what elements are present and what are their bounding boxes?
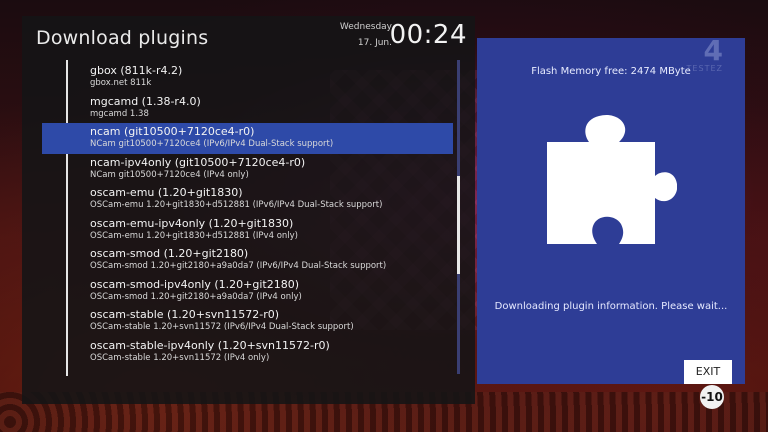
plugin-description: OSCam-emu 1.20+git1830+d512881 (IPv6/IPv… — [90, 200, 383, 210]
plugin-name: oscam-smod (1.20+git2180) — [90, 247, 249, 260]
plugin-list[interactable]: gbox (811k-r4.2) gbox.net 811k mgcamd (1.3… — [42, 62, 453, 367]
plugin-description: gbox.net 811k — [90, 78, 152, 88]
clock-time: 00:24 — [389, 20, 467, 50]
puzzle-piece-icon — [547, 115, 677, 244]
plugin-list-item[interactable]: oscam-stable-ipv4only (1.20+svn11572-r0)… — [42, 337, 453, 368]
plugin-name: gbox (811k-r4.2) — [90, 64, 183, 77]
plugin-list-item[interactable]: oscam-smod (1.20+git2180) OSCam-smod 1.20… — [42, 245, 453, 276]
status-message: Downloading plugin information. Please w… — [494, 301, 728, 312]
plugin-description: NCam git10500+7120ce4 (IPv6/IPv4 Dual-St… — [90, 139, 334, 149]
plugin-list-item[interactable]: oscam-emu (1.20+git1830) OSCam-emu 1.20+g… — [42, 184, 453, 215]
plugin-name: mgcamd (1.38-r4.0) — [90, 94, 201, 108]
window-title: Download plugins — [36, 27, 209, 49]
date-day: Wednesday — [339, 22, 392, 32]
date-date: 17. Jun. — [357, 38, 392, 48]
exit-button[interactable]: EXIT — [684, 360, 732, 384]
plugin-name: oscam-emu (1.20+git1830) — [90, 186, 243, 199]
list-scrollbar-thumb[interactable] — [457, 176, 460, 274]
channel-logo-number: 4 — [703, 34, 723, 67]
plugin-list-item[interactable]: gbox (811k-r4.2) gbox.net 811k — [42, 62, 453, 93]
plugin-description: OSCam-smod 1.20+git2180+a9a0da7 (IPv4 on… — [90, 291, 302, 302]
plugin-description: OSCam-emu 1.20+git1830+d512881 (IPv4 onl… — [90, 230, 298, 241]
plugin-name: oscam-stable (1.20+svn11572-r0) — [90, 308, 280, 321]
plugin-description: OSCam-smod 1.20+git2180+a9a0da7 (IPv6/IP… — [90, 261, 387, 271]
plugin-list-item[interactable]: ncam (git10500+7120ce4-r0) NCam git10500+… — [42, 123, 453, 154]
plugin-name: oscam-emu-ipv4only (1.20+git1830) — [90, 216, 294, 230]
plugin-name: ncam-ipv4only (git10500+7120ce4-r0) — [90, 155, 306, 169]
plugin-description: OSCam-stable 1.20+svn11572 (IPv6/IPv4 Du… — [90, 322, 354, 332]
flash-memory-info: Flash Memory free: 2474 MByte — [531, 66, 691, 77]
plugin-list-item[interactable]: oscam-smod-ipv4only (1.20+git2180) OSCam-… — [42, 276, 453, 307]
plugin-list-item[interactable]: ncam-ipv4only (git10500+7120ce4-r0) NCam … — [42, 154, 453, 185]
plugin-description: OSCam-stable 1.20+svn11572 (IPv4 only) — [90, 352, 270, 363]
plugin-description: mgcamd 1.38 — [90, 108, 149, 119]
plugin-name: oscam-smod-ipv4only (1.20+git2180) — [90, 277, 300, 291]
plugin-name: oscam-stable-ipv4only (1.20+svn11572-r0) — [90, 338, 330, 352]
info-panel: 4 TESTEZ Flash Memory free: 2474 MByte D… — [477, 34, 745, 384]
plugin-list-item[interactable]: oscam-emu-ipv4only (1.20+git1830) OSCam-e… — [42, 215, 453, 246]
plugin-description: NCam git10500+7120ce4 (IPv4 only) — [90, 169, 249, 180]
age-rating-badge: -10 — [700, 385, 724, 409]
plugin-list-item[interactable]: oscam-stable (1.20+svn11572-r0) OSCam-sta… — [42, 306, 453, 337]
plugin-name: ncam (git10500+7120ce4-r0) — [90, 125, 255, 138]
plugin-browser-panel: Download plugins Wednesday 17. Jun. 00:2… — [22, 16, 475, 404]
plugin-list-item[interactable]: mgcamd (1.38-r4.0) mgcamd 1.38 — [42, 93, 453, 124]
